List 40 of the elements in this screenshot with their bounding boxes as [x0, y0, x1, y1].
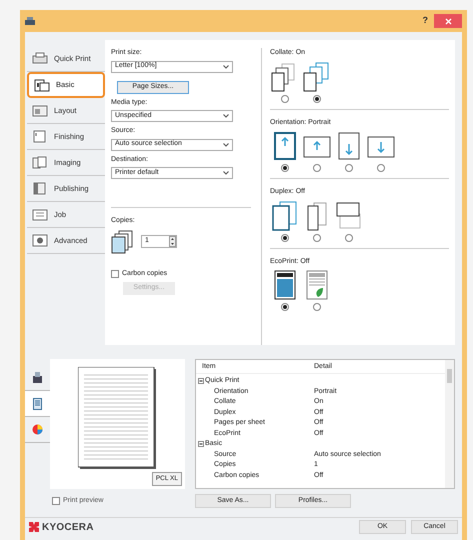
chevron-down-icon [223, 171, 229, 175]
radio-button[interactable] [281, 303, 289, 311]
logo-text: KYOCERA [42, 520, 94, 534]
gear-page-icon [32, 234, 48, 247]
collapse-icon[interactable] [198, 378, 204, 384]
logo-icon [29, 522, 39, 532]
radio-button[interactable] [313, 234, 321, 242]
checkbox[interactable] [52, 497, 60, 505]
help-button[interactable]: ? [422, 14, 428, 28]
view-tab[interactable] [25, 391, 50, 417]
printer-icon [32, 52, 48, 65]
page-icon [33, 398, 42, 410]
printer-icon [33, 372, 42, 384]
radio-button[interactable] [281, 94, 289, 102]
radio-button[interactable] [313, 164, 321, 172]
color-wheel-icon [32, 424, 43, 435]
copies-icon [111, 230, 133, 254]
book-icon [32, 182, 48, 195]
scrollbar[interactable] [445, 360, 454, 488]
close-icon [444, 18, 452, 24]
staple-page-icon [32, 130, 48, 143]
radio-button[interactable] [377, 164, 385, 172]
pages-icon [34, 78, 50, 92]
spinner-arrows-icon [169, 236, 176, 247]
radio-button[interactable] [345, 164, 353, 172]
radio-button[interactable] [313, 303, 321, 311]
chevron-down-icon [223, 64, 229, 68]
chevron-down-icon [223, 142, 229, 146]
radio-button[interactable] [281, 234, 289, 242]
radio-button[interactable] [281, 164, 289, 172]
collapse-icon[interactable] [198, 441, 204, 448]
checkbox[interactable] [111, 270, 119, 278]
radio-button[interactable] [313, 94, 321, 102]
printer-icon [25, 16, 35, 26]
radio-button[interactable] [345, 234, 353, 242]
document-icon [32, 208, 48, 221]
image-page-icon [32, 156, 48, 169]
chevron-down-icon [223, 114, 229, 118]
layout-icon [32, 104, 48, 117]
close-button[interactable] [434, 14, 462, 28]
